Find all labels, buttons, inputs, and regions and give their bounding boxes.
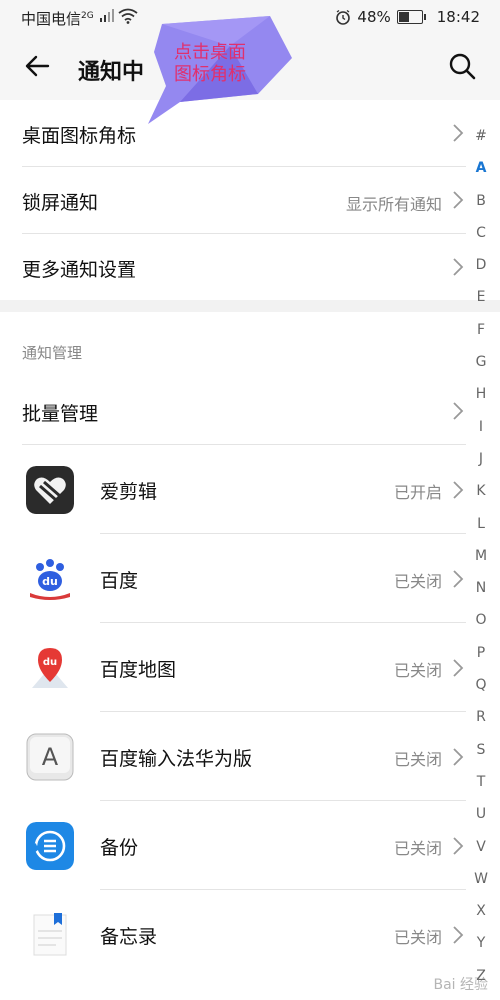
- battery-percent: 48%: [357, 8, 391, 26]
- baidu-input-icon: A: [26, 733, 74, 781]
- app-list: 爱剪辑 已开启 du 百度 已关闭 du 百度地图 已关闭 A 百度输入法华为版…: [0, 445, 466, 979]
- index-letter[interactable]: V: [470, 831, 492, 863]
- battery-icon: [396, 10, 426, 24]
- index-letter[interactable]: B: [470, 185, 492, 217]
- index-letter[interactable]: K: [470, 475, 492, 507]
- more-notification-settings-row[interactable]: 更多通知设置: [22, 234, 466, 301]
- index-letter[interactable]: Q: [470, 669, 492, 701]
- batch-manage-row[interactable]: 批量管理: [22, 378, 466, 445]
- index-letter[interactable]: S: [470, 734, 492, 766]
- app-status: 已关闭: [393, 661, 442, 680]
- battery-fill: [398, 12, 409, 22]
- app-name: 百度: [100, 570, 139, 592]
- annotation-text: 点击桌面 图标角标: [174, 42, 246, 85]
- app-row-baidu[interactable]: du 百度 已关闭: [0, 534, 466, 623]
- index-letter[interactable]: N: [470, 572, 492, 604]
- index-letter[interactable]: D: [470, 249, 492, 281]
- chevron-right-icon: [453, 402, 464, 420]
- app-row-baidu-map[interactable]: du 百度地图 已关闭: [0, 623, 466, 712]
- row-label: 批量管理: [22, 403, 99, 425]
- app-name: 备忘录: [100, 926, 158, 948]
- svg-text:du: du: [42, 575, 58, 588]
- chevron-right-icon: [453, 659, 464, 677]
- index-letter[interactable]: A: [470, 152, 492, 184]
- index-letter[interactable]: F: [470, 314, 492, 346]
- app-name: 百度地图: [100, 659, 177, 681]
- row-label: 更多通知设置: [22, 259, 137, 281]
- app-status: 已开启: [393, 483, 442, 502]
- app-row-baidu-input[interactable]: A 百度输入法华为版 已关闭: [0, 712, 466, 801]
- index-letter[interactable]: #: [470, 120, 492, 152]
- index-letter[interactable]: X: [470, 895, 492, 927]
- alarm-clock-icon: [336, 9, 351, 25]
- app-status: 已关闭: [393, 572, 442, 591]
- app-status: 已关闭: [393, 928, 442, 947]
- index-letter[interactable]: L: [470, 508, 492, 540]
- aijianji-icon: [26, 466, 74, 514]
- clock-time: 18:42: [436, 8, 480, 26]
- row-value: 显示所有通知: [345, 195, 442, 214]
- lockscreen-notification-row[interactable]: 锁屏通知 显示所有通知: [22, 167, 466, 234]
- signal-bars-icon: [100, 9, 114, 22]
- index-letter[interactable]: R: [470, 701, 492, 733]
- chevron-right-icon: [453, 570, 464, 588]
- chevron-right-icon: [453, 926, 464, 944]
- desktop-badge-row[interactable]: 桌面图标角标: [22, 100, 466, 167]
- back-arrow-icon[interactable]: [22, 50, 54, 82]
- notepad-icon: [26, 911, 74, 959]
- chevron-right-icon: [453, 481, 464, 499]
- baidu-map-icon: du: [26, 644, 74, 692]
- section-header: 通知管理: [22, 344, 83, 362]
- settings-list: 桌面图标角标 锁屏通知 显示所有通知 更多通知设置: [0, 100, 466, 301]
- index-letter[interactable]: G: [470, 346, 492, 378]
- index-letter[interactable]: U: [470, 798, 492, 830]
- wifi-icon: [118, 8, 138, 24]
- search-icon[interactable]: [446, 50, 478, 82]
- row-label: 桌面图标角标: [22, 125, 137, 147]
- baidu-paw-icon: du: [26, 555, 74, 603]
- backup-icon: [26, 822, 74, 870]
- index-letter[interactable]: I: [470, 411, 492, 443]
- app-name: 爱剪辑: [100, 481, 158, 503]
- app-name: 百度输入法华为版: [100, 748, 253, 770]
- watermark-text: Bai 经验: [433, 977, 488, 993]
- chevron-right-icon: [453, 748, 464, 766]
- index-letter[interactable]: J: [470, 443, 492, 475]
- app-row-notepad[interactable]: 备忘录 已关闭: [0, 890, 466, 979]
- index-letter[interactable]: Y: [470, 927, 492, 959]
- chevron-right-icon: [453, 258, 464, 276]
- chevron-right-icon: [453, 191, 464, 209]
- app-name: 备份: [100, 837, 139, 859]
- chevron-right-icon: [453, 124, 464, 142]
- batch-block: 批量管理: [0, 378, 466, 445]
- section-divider: [0, 300, 500, 312]
- index-letter[interactable]: O: [470, 604, 492, 636]
- app-row-backup[interactable]: 备份 已关闭: [0, 801, 466, 890]
- app-row-aijianji[interactable]: 爱剪辑 已开启: [0, 445, 466, 534]
- page-title: 通知中: [78, 60, 145, 85]
- index-letter[interactable]: H: [470, 378, 492, 410]
- svg-text:du: du: [43, 657, 57, 668]
- chevron-right-icon: [453, 837, 464, 855]
- status-right: 48% 18:42: [335, 8, 480, 26]
- index-letter[interactable]: M: [470, 540, 492, 572]
- alphabet-index-bar[interactable]: # A B C D E F G H I J K L M N O P Q R S T U V W X Y Z: [470, 120, 492, 992]
- row-label: 锁屏通知: [22, 192, 99, 214]
- app-status: 已关闭: [393, 750, 442, 769]
- index-letter[interactable]: C: [470, 217, 492, 249]
- app-status: 已关闭: [393, 839, 442, 858]
- svg-text:A: A: [42, 743, 59, 771]
- index-letter[interactable]: P: [470, 637, 492, 669]
- index-letter[interactable]: W: [470, 863, 492, 895]
- index-letter[interactable]: E: [470, 281, 492, 313]
- carrier-label: 中国电信2G: [21, 10, 94, 28]
- index-letter[interactable]: T: [470, 766, 492, 798]
